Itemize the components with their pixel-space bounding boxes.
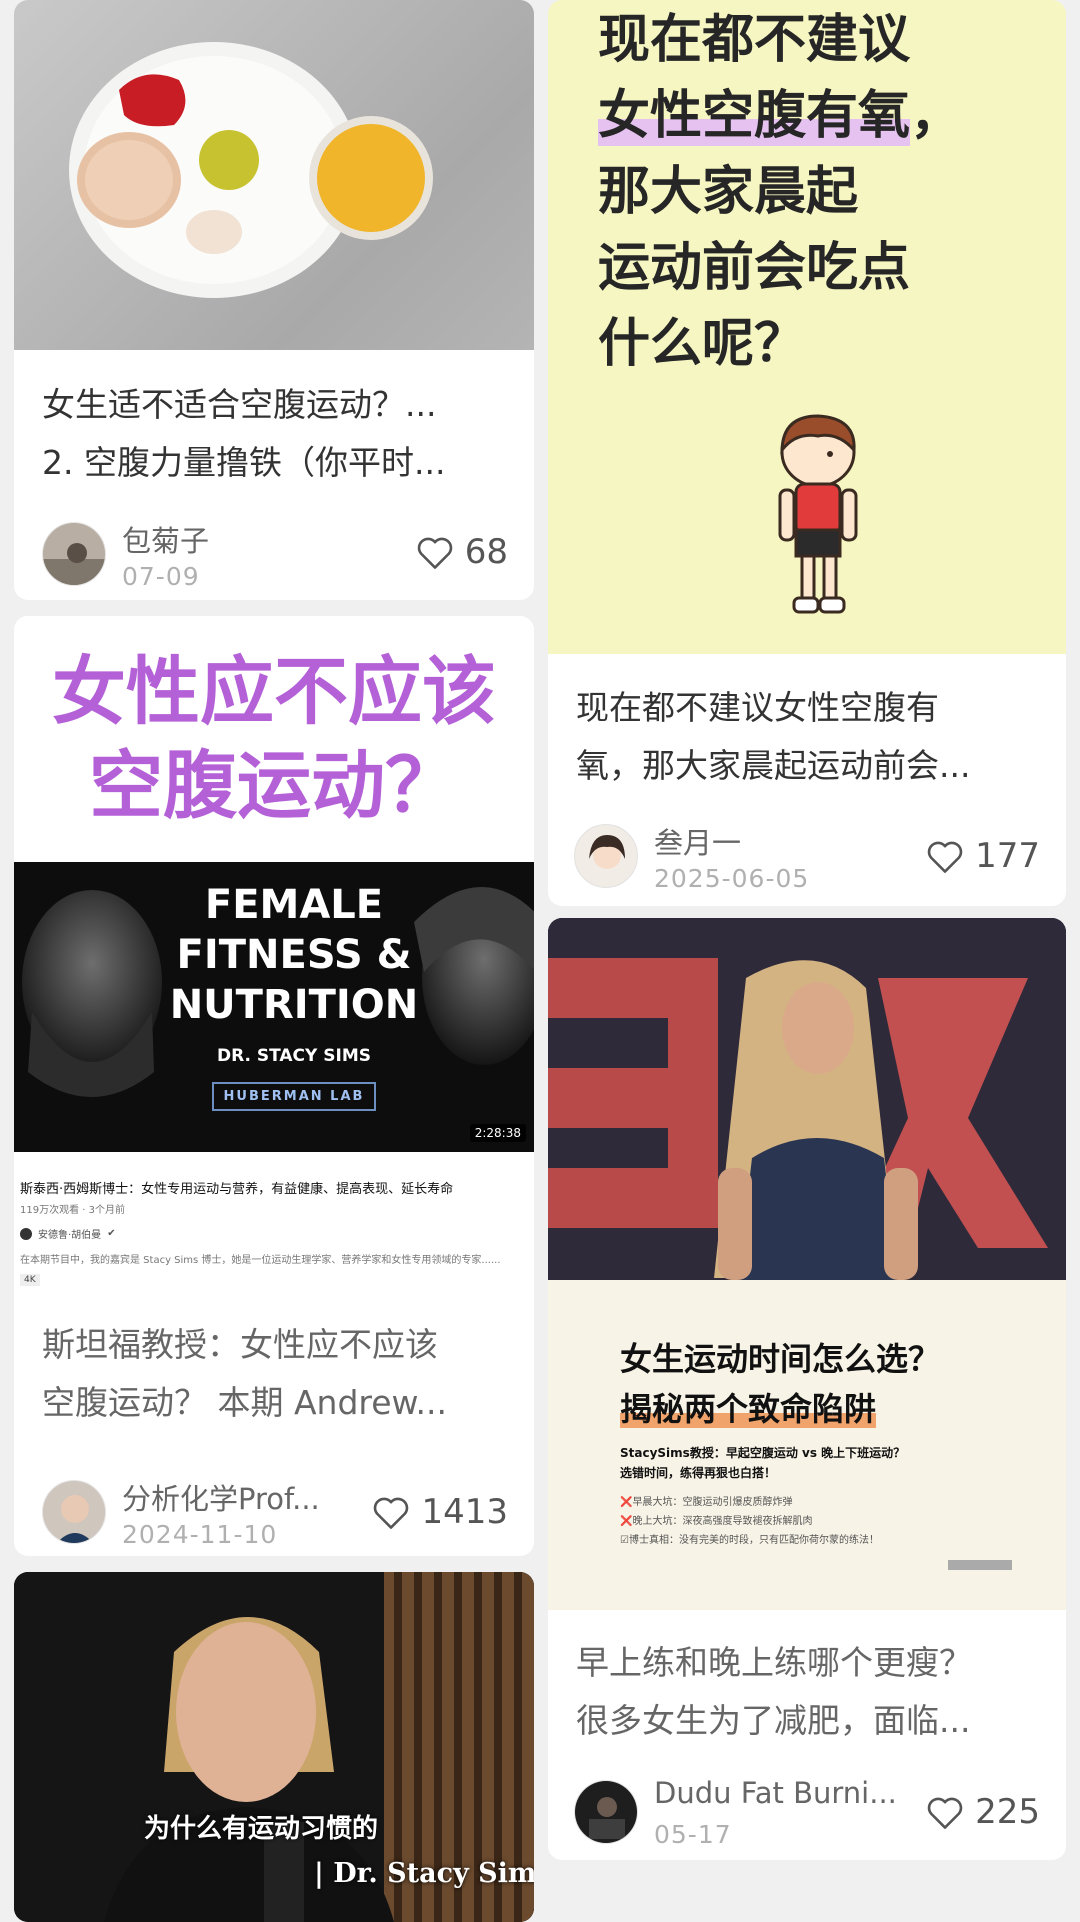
video-views: 119万次观看 · 3个月前 <box>20 1205 125 1216</box>
highlighted-text: 揭秘两个致命陷阱 <box>620 1390 877 1428</box>
scroll-indicator <box>948 1560 1012 1570</box>
cover-text-line: 女性空腹有氧， <box>598 78 962 154</box>
title-line: 2. 空腹力量撸铁（你平时... <box>42 443 446 482</box>
quality-badge: 4K <box>20 1274 40 1286</box>
title-line: 空腹运动？ 本期 Andrew... <box>42 1383 447 1422</box>
post-date: 07-09 <box>122 562 200 591</box>
like-button[interactable]: 68 <box>415 532 508 572</box>
post-date: 2025-06-05 <box>654 864 810 893</box>
caption-body: StacySims教授：早起空腹运动 vs 晚上下班运动？ 选错时间，练得再狠也… <box>620 1444 1026 1546</box>
speaker-on-stage-photo <box>548 918 1066 1280</box>
channel-name: 安德鲁·胡伯曼 <box>38 1230 102 1241</box>
cover-caption-panel: 女生运动时间怎么选？ 揭秘两个致命陷阱 StacySims教授：早起空腹运动 v… <box>548 1280 1066 1610</box>
author-name[interactable]: 分析化学Prof... <box>122 1476 362 1518</box>
cover-heading-line: 女性应不应该 <box>52 649 496 735</box>
note-title[interactable]: 斯坦福教授：女性应不应该 空腹运动？ 本期 Andrew... <box>42 1316 510 1432</box>
headline-line: FEMALE <box>204 882 384 928</box>
cartoon-boy-illustration <box>778 414 858 614</box>
channel-avatar <box>20 1227 32 1240</box>
heart-icon <box>927 1797 963 1829</box>
title-line: 现在都不建议女性空腹有 <box>576 688 939 727</box>
channel-badge: HUBERMAN LAB <box>211 1082 377 1111</box>
highlighted-text: 女性空腹有氧 <box>598 86 911 146</box>
caption-subtitle: StacySims教授：早起空腹运动 vs 晚上下班运动？ <box>620 1446 906 1460</box>
note-cover-image[interactable] <box>14 0 534 350</box>
author-name[interactable]: 叁月一 <box>654 820 854 862</box>
author-avatar[interactable] <box>574 1780 638 1844</box>
video-channel-row: 安德鲁·胡伯曼 ✔ <box>20 1226 528 1241</box>
title-line: 女生适不适合空腹运动？... <box>42 385 437 424</box>
like-count: 68 <box>464 532 508 572</box>
caption-title-line: 女生运动时间怎么选？ <box>620 1340 941 1378</box>
cover-text-line: 运动前会吃点 <box>598 238 911 298</box>
title-line: 早上练和晚上练哪个更瘦？ <box>576 1643 972 1682</box>
cover-text-line: 现在都不建议 <box>598 10 911 70</box>
note-card[interactable]: 女性应不应该 空腹运动？ FEMALE FITNESS & NUTRITION <box>14 616 534 1556</box>
note-card[interactable]: 女生运动时间怎么选？ 揭秘两个致命陷阱 StacySims教授：早起空腹运动 v… <box>548 918 1066 1860</box>
post-date: 05-17 <box>654 1820 732 1849</box>
waterfall-feed: 女生适不适合空腹运动？... 2. 空腹力量撸铁（你平时... 包菊子 07-0… <box>0 0 1080 1922</box>
note-title[interactable]: 早上练和晚上练哪个更瘦？ 很多女生为了减肥，面临... <box>576 1634 1042 1750</box>
video-duration: 2:28:38 <box>469 1124 526 1142</box>
post-date: 2024-11-10 <box>122 1520 278 1549</box>
headline-line: NUTRITION <box>169 982 419 1028</box>
author-avatar[interactable] <box>42 522 106 586</box>
verified-icon: ✔ <box>107 1228 116 1239</box>
heart-icon <box>927 841 963 873</box>
author-avatar[interactable] <box>574 824 638 888</box>
cover-text-line: 那大家晨起 <box>598 162 859 222</box>
breakfast-photo <box>69 42 433 298</box>
video-subtitle: DR. STACY SIMS <box>216 1046 371 1066</box>
like-button[interactable]: 177 <box>925 836 1040 876</box>
caption-bullet: ☑博士真相：没有完美的时段，只有匹配你荷尔蒙的练法！ <box>620 1535 879 1546</box>
video-title: 斯泰西·西姆斯博士：女性专用运动与营养，有益健康、提高表现、延长寿命 <box>20 1182 454 1197</box>
cover-heading-line: 空腹运动？ <box>89 743 459 829</box>
author-name[interactable]: Dudu Fat Burni... <box>654 1776 914 1810</box>
note-card[interactable]: 为什么有运动习惯的 | Dr. Stacy Sims <box>14 1572 534 1922</box>
like-count: 225 <box>975 1792 1040 1832</box>
video-subtitle-en: | Dr. Stacy Sims <box>314 1858 534 1889</box>
note-title[interactable]: 女生适不适合空腹运动？... 2. 空腹力量撸铁（你平时... <box>42 376 510 492</box>
caption-title: 女生运动时间怎么选？ 揭秘两个致命陷阱 <box>620 1334 940 1434</box>
like-count: 1413 <box>421 1492 508 1532</box>
video-headline: FEMALE FITNESS & NUTRITION DR. STACY SIM… <box>154 880 434 1111</box>
note-cover-image[interactable] <box>548 918 1066 1280</box>
like-button[interactable]: 225 <box>925 1792 1040 1832</box>
heart-icon <box>417 537 452 569</box>
cover-text: 现在都不建议 女性空腹有氧， 那大家晨起 运动前会吃点 什么呢？ <box>598 2 962 382</box>
author-avatar[interactable] <box>42 1480 106 1544</box>
note-card[interactable]: 现在都不建议 女性空腹有氧， 那大家晨起 运动前会吃点 什么呢？ 现在都不建议女… <box>548 0 1066 906</box>
video-description: 在本期节目中，我的嘉宾是 Stacy Sims 博士，她是一位运动生理学家、营养… <box>20 1255 501 1266</box>
title-line: 氧，那大家晨起运动前会... <box>576 746 971 785</box>
title-line: 很多女生为了减肥，面临... <box>576 1701 971 1740</box>
note-cover-image[interactable]: 女性应不应该 空腹运动？ FEMALE FITNESS & NUTRITION <box>14 616 534 1298</box>
cover-text-line: 什么呢？ <box>598 314 807 374</box>
note-card[interactable]: 女生适不适合空腹运动？... 2. 空腹力量撸铁（你平时... 包菊子 07-0… <box>14 0 534 600</box>
like-count: 177 <box>975 836 1040 876</box>
caption-title-line: 揭秘两个致命陷阱 <box>620 1384 940 1434</box>
caption-subtitle: 选错时间，练得再狠也白搭！ <box>620 1466 777 1480</box>
author-name[interactable]: 包菊子 <box>122 518 322 560</box>
like-button[interactable]: 1413 <box>371 1492 508 1532</box>
video-subtitle-cn: 为什么有运动习惯的 <box>144 1814 379 1844</box>
caption-bullet: ❌晚上大坑：深夜高强度导致褪夜拆解肌肉 <box>620 1516 813 1527</box>
note-title[interactable]: 现在都不建议女性空腹有 氧，那大家晨起运动前会... <box>576 679 1042 795</box>
heart-icon <box>374 1497 409 1529</box>
title-line: 斯坦福教授：女性应不应该 <box>42 1325 438 1364</box>
note-cover-image[interactable]: 为什么有运动习惯的 | Dr. Stacy Sims <box>14 1572 534 1922</box>
video-thumbnail[interactable]: FEMALE FITNESS & NUTRITION DR. STACY SIM… <box>14 862 534 1152</box>
cover-text-punct: ， <box>910 86 963 146</box>
note-cover-image[interactable]: 现在都不建议 女性空腹有氧， 那大家晨起 运动前会吃点 什么呢？ <box>548 0 1066 654</box>
headline-line: FITNESS & <box>176 932 412 978</box>
video-meta: 斯泰西·西姆斯博士：女性专用运动与营养，有益健康、提高表现、延长寿命 119万次… <box>20 1178 528 1286</box>
caption-bullet: ❌早晨大坑：空腹运动引爆皮质醇炸弹 <box>620 1497 793 1508</box>
